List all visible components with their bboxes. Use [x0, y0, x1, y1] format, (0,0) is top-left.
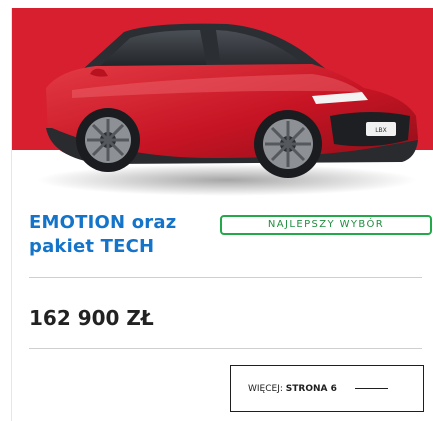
arrow-line-icon	[354, 388, 388, 389]
model-title: EMOTION oraz pakiet TECH	[29, 212, 177, 257]
svg-text:LBX: LBX	[375, 127, 387, 134]
offer-card: LBX EMOTION oraz pakiet TECH NAJLEPSZY W…	[11, 8, 433, 421]
car-image: LBX	[12, 8, 433, 198]
price-label: 162 900 ZŁ	[29, 306, 154, 330]
best-choice-badge: NAJLEPSZY WYBÓR	[220, 215, 432, 235]
more-info-prefix: WIĘCEJ:	[248, 383, 286, 394]
more-info-page: STRONA 6	[285, 383, 337, 394]
divider-top	[29, 277, 422, 278]
lexus-lbx-car-illustration: LBX	[37, 23, 418, 196]
divider-bottom	[29, 348, 422, 349]
more-info-button[interactable]: WIĘCEJ: STRONA 6	[230, 365, 424, 412]
